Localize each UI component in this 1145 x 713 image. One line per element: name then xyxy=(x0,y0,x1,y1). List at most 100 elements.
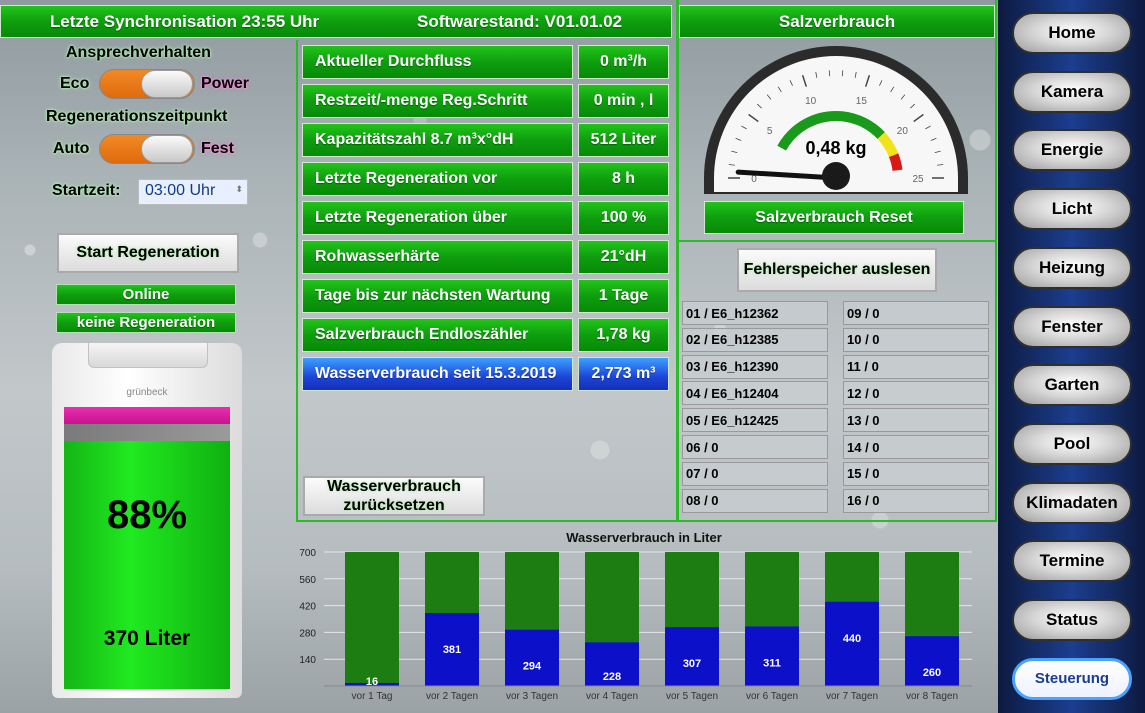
nav-kamera-button[interactable]: Kamera xyxy=(1012,70,1132,113)
start-time-label: Startzeit: xyxy=(52,182,121,199)
spinner-icon: ⬍ xyxy=(235,184,243,194)
nav-termine-button[interactable]: Termine xyxy=(1012,540,1132,583)
gauge-tick-label: 5 xyxy=(767,126,773,137)
nav-status-button[interactable]: Status xyxy=(1012,599,1132,641)
chart-ytick-label: 280 xyxy=(299,628,316,639)
chart-svg: Wasserverbrauch in Liter 140 280 420 560 700… xyxy=(299,530,972,702)
info-row-label: Rohwasserhärte xyxy=(302,240,573,274)
info-row-label: Aktueller Durchfluss xyxy=(302,45,573,79)
nav-energie-button[interactable]: Energie xyxy=(1012,129,1132,172)
chart-ytick-label: 560 xyxy=(299,575,316,586)
error-entry: 16 / 0 xyxy=(843,488,989,513)
info-row-label: Salzverbrauch Endloszähler xyxy=(302,318,573,352)
info-row-value: 0 min , l xyxy=(578,84,669,118)
regen-toggle[interactable] xyxy=(99,134,195,164)
chart-data-label: 294 xyxy=(523,661,542,673)
info-row-value: 8 h xyxy=(578,162,669,196)
chart-ytick-label: 140 xyxy=(299,655,316,666)
start-time-value: 03:00 Uhr xyxy=(145,182,216,199)
error-entry: 06 / 0 xyxy=(682,435,828,459)
brand-logo: grünbeck xyxy=(126,387,168,398)
error-entry: 09 / 0 xyxy=(843,301,989,325)
nav-home-button[interactable]: Home xyxy=(1012,12,1132,54)
error-entry: 13 / 0 xyxy=(843,408,989,433)
chart-data-label: 381 xyxy=(443,644,461,656)
error-entry: 15 / 0 xyxy=(843,461,989,486)
toggle-knob xyxy=(141,135,193,163)
chart-bar xyxy=(665,627,719,686)
info-row-value: 1 Tage xyxy=(578,279,669,313)
error-entry: 07 / 0 xyxy=(682,461,828,486)
info-row-value: 512 Liter xyxy=(578,123,669,157)
salt-reset-button[interactable]: Salzverbrauch Reset xyxy=(704,201,964,234)
chart-data-label: 228 xyxy=(603,671,621,683)
chart-bar-background xyxy=(345,552,399,686)
device-lid xyxy=(88,343,208,368)
read-error-memory-button[interactable]: Fehlerspeicher auslesen xyxy=(737,248,937,292)
gauge-tick-label: 15 xyxy=(856,96,868,107)
nav-garten-button[interactable]: Garten xyxy=(1012,364,1132,407)
error-entry: 01 / E6_h12362 xyxy=(682,301,828,325)
chart-xtick-label: vor 3 Tagen xyxy=(506,691,558,702)
salt-title: Salzverbrauch xyxy=(679,5,995,38)
ansprech-toggle[interactable] xyxy=(99,69,195,99)
start-time-select[interactable]: 03:00 Uhr ⬍ xyxy=(138,179,248,205)
regen-time-label: Regenerationszeitpunkt xyxy=(46,108,228,125)
info-row-value: 1,78 kg xyxy=(578,318,669,352)
chart-title: Wasserverbrauch in Liter xyxy=(566,530,722,545)
ansprech-label: Ansprechverhalten xyxy=(66,44,211,61)
online-status: Online xyxy=(56,284,236,305)
nav-pool-button[interactable]: Pool xyxy=(1012,422,1132,465)
divider xyxy=(676,0,679,522)
gauge-tick-label: 10 xyxy=(805,96,817,107)
error-entry: 12 / 0 xyxy=(843,381,989,406)
sync-time: Letzte Synchronisation 23:55 Uhr xyxy=(49,11,320,31)
error-entry: 08 / 0 xyxy=(682,488,828,513)
nav-klimadaten-button[interactable]: Klimadaten xyxy=(1012,481,1132,524)
divider xyxy=(995,0,997,522)
chart-data-label: 311 xyxy=(763,657,781,669)
error-entry: 05 / E6_h12425 xyxy=(682,408,828,433)
tank-top-band xyxy=(64,407,230,424)
power-label: Power xyxy=(201,75,250,92)
gauge-red-zone xyxy=(888,153,903,171)
error-entry: 10 / 0 xyxy=(843,327,989,352)
chart-xtick-label: vor 2 Tagen xyxy=(426,691,478,702)
software-version: Softwarestand: V01.01.02 xyxy=(417,11,623,31)
info-row-label: Restzeit/-menge Reg.Schritt xyxy=(302,84,573,118)
gauge-value: 0,48 kg xyxy=(805,138,866,158)
error-entry: 11 / 0 xyxy=(843,354,989,379)
nav-heizung-button[interactable]: Heizung xyxy=(1012,246,1132,289)
fest-label: Fest xyxy=(201,140,234,157)
chart-data-label: 440 xyxy=(843,633,861,645)
divider xyxy=(296,40,298,522)
info-row-label: Letzte Regeneration über xyxy=(302,201,573,235)
chart-data-label: 307 xyxy=(683,658,701,670)
eco-label: Eco xyxy=(60,75,90,92)
nav-licht-button[interactable]: Licht xyxy=(1012,188,1132,231)
info-row-label: Tage bis zur nächsten Wartung xyxy=(302,279,573,313)
info-row-value: 2,773 m³ xyxy=(578,357,669,391)
info-row-label: Wasserverbrauch seit 15.3.2019 xyxy=(302,357,573,391)
chart-bar xyxy=(505,629,559,686)
nav-fenster-button[interactable]: Fenster xyxy=(1012,305,1132,348)
header-bar: Letzte Synchronisation 23:55 Uhr Softwar… xyxy=(0,5,672,38)
auto-label: Auto xyxy=(53,140,90,157)
tank-fill xyxy=(64,440,230,689)
chart-ytick-label: 420 xyxy=(299,602,316,613)
nav-sidebar: Home Kamera Energie Licht Heizung Fenster Gart… xyxy=(998,0,1145,713)
regeneration-status: keine Regeneration xyxy=(56,312,236,333)
info-row-value: 21°dH xyxy=(578,240,669,274)
gauge-hub xyxy=(822,162,850,190)
divider xyxy=(679,240,995,242)
reset-water-button[interactable]: Wasserverbrauch zurücksetzen xyxy=(303,476,485,516)
chart-xtick-label: vor 8 Tagen xyxy=(906,691,958,702)
info-row-label: Kapazitätszahl 8.7 m³x°dH xyxy=(302,123,573,157)
chart-xtick-label: vor 4 Tagen xyxy=(586,691,638,702)
error-entry: 02 / E6_h12385 xyxy=(682,327,828,352)
start-regeneration-button[interactable]: Start Regeneration xyxy=(57,233,239,273)
error-entry: 14 / 0 xyxy=(843,435,989,459)
nav-steuerung-button[interactable]: Steuerung xyxy=(1012,657,1132,700)
salt-gauge: 0 5 10 15 20 25 0,48 kg xyxy=(700,42,972,194)
water-chart: Wasserverbrauch in Liter 140 280 420 560 700… xyxy=(296,524,996,713)
